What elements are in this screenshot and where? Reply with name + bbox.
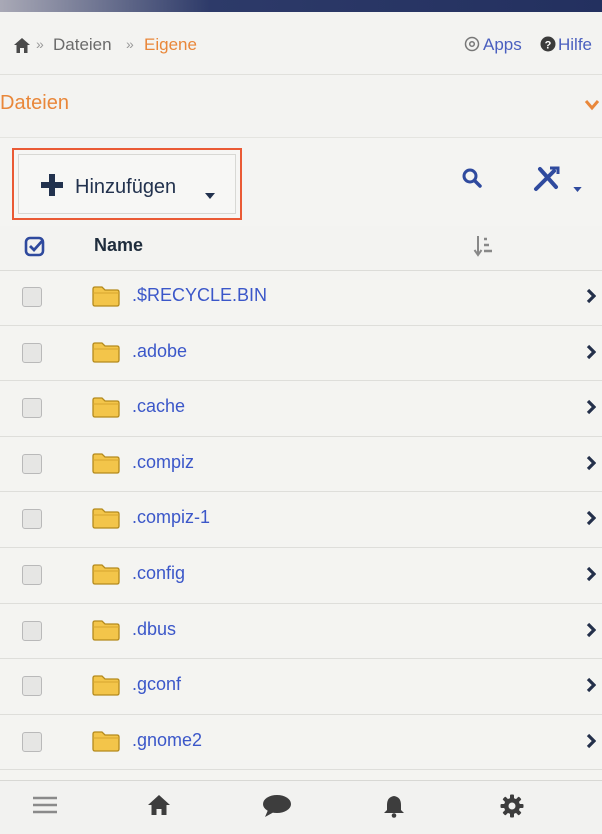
top-accent-strip <box>0 0 602 12</box>
apps-label: Apps <box>483 35 522 54</box>
row-checkbox[interactable] <box>22 564 42 585</box>
folder-name[interactable]: .dbus <box>132 619 176 640</box>
folder-icon <box>92 396 120 423</box>
folder-icon <box>92 341 120 368</box>
chevron-down-icon[interactable] <box>584 98 600 116</box>
svg-text:?: ? <box>545 40 552 52</box>
list-item[interactable]: .gconf <box>0 659 602 715</box>
chevron-right-icon[interactable] <box>586 622 597 643</box>
chevron-right-icon[interactable] <box>586 344 597 365</box>
chevron-right-icon[interactable] <box>586 733 597 754</box>
file-list: .$RECYCLE.BIN .adobe .cache .compiz .com… <box>0 270 602 771</box>
chevron-right-icon[interactable] <box>586 677 597 698</box>
row-checkbox[interactable] <box>22 342 42 363</box>
section-header[interactable]: Dateien <box>0 75 602 138</box>
chevron-right-icon[interactable] <box>586 288 597 309</box>
folder-name[interactable]: .compiz-1 <box>132 507 210 528</box>
folder-icon <box>92 285 120 312</box>
section-title: Dateien <box>0 92 69 114</box>
row-checkbox[interactable] <box>22 620 42 641</box>
tools-icon[interactable] <box>532 165 562 198</box>
home-icon[interactable] <box>14 38 30 58</box>
folder-icon <box>92 619 120 646</box>
home-icon[interactable] <box>147 794 171 821</box>
caret-down-icon <box>205 186 215 204</box>
plus-icon <box>41 174 63 201</box>
help-link[interactable]: ? Hilfe <box>540 35 592 55</box>
folder-name[interactable]: .$RECYCLE.BIN <box>132 285 267 306</box>
list-header: Name <box>0 226 602 271</box>
menu-icon[interactable] <box>32 794 58 821</box>
list-item[interactable]: .gnome2 <box>0 715 602 771</box>
sort-icon[interactable] <box>473 235 493 262</box>
apps-icon <box>464 36 480 52</box>
folder-icon <box>92 730 120 757</box>
folder-icon <box>92 563 120 590</box>
folder-icon <box>92 674 120 701</box>
caret-down-icon[interactable] <box>573 179 582 197</box>
row-checkbox[interactable] <box>22 398 42 419</box>
row-checkbox[interactable] <box>22 509 42 530</box>
folder-name[interactable]: .config <box>132 563 185 584</box>
folder-name[interactable]: .cache <box>132 396 185 417</box>
chevron-right-icon[interactable] <box>586 455 597 476</box>
breadcrumb-separator: » <box>126 36 134 52</box>
gear-icon[interactable] <box>500 794 524 823</box>
list-item[interactable]: .config <box>0 548 602 604</box>
row-checkbox[interactable] <box>22 731 42 752</box>
list-item[interactable]: .$RECYCLE.BIN <box>0 270 602 326</box>
search-icon[interactable] <box>462 168 484 195</box>
folder-name[interactable]: .gnome2 <box>132 730 202 751</box>
breadcrumb-item-dateien[interactable]: Dateien <box>53 35 112 55</box>
help-icon: ? <box>540 36 556 52</box>
bottom-nav <box>0 780 602 834</box>
list-item[interactable]: .compiz-1 <box>0 492 602 548</box>
toolbar: Hinzufügen <box>0 138 602 226</box>
folder-icon <box>92 507 120 534</box>
column-name[interactable]: Name <box>94 235 143 256</box>
folder-name[interactable]: .adobe <box>132 341 187 362</box>
list-item[interactable]: .cache <box>0 381 602 437</box>
row-checkbox[interactable] <box>22 676 42 697</box>
add-button-face: Hinzufügen <box>18 154 236 214</box>
list-item[interactable]: .adobe <box>0 326 602 382</box>
chevron-right-icon[interactable] <box>586 399 597 420</box>
breadcrumb-separator: » <box>36 36 44 52</box>
bell-icon[interactable] <box>382 794 406 823</box>
add-button-label: Hinzufügen <box>75 176 177 198</box>
folder-name[interactable]: .compiz <box>132 452 194 473</box>
apps-link[interactable]: Apps <box>464 35 522 55</box>
folder-icon <box>92 452 120 479</box>
breadcrumb-item-eigene[interactable]: Eigene <box>144 35 197 55</box>
folder-name[interactable]: .gconf <box>132 674 181 695</box>
chat-icon[interactable] <box>262 794 292 823</box>
chevron-right-icon[interactable] <box>586 510 597 531</box>
row-checkbox[interactable] <box>22 287 42 307</box>
select-all-icon[interactable] <box>24 236 46 263</box>
list-item[interactable]: .dbus <box>0 604 602 660</box>
row-checkbox[interactable] <box>22 453 42 474</box>
list-item[interactable]: .compiz <box>0 437 602 493</box>
help-label: Hilfe <box>558 35 593 54</box>
breadcrumb: » Dateien » Eigene Apps ? Hilfe <box>0 12 602 75</box>
chevron-right-icon[interactable] <box>586 566 597 587</box>
add-button[interactable]: Hinzufügen <box>12 148 242 220</box>
